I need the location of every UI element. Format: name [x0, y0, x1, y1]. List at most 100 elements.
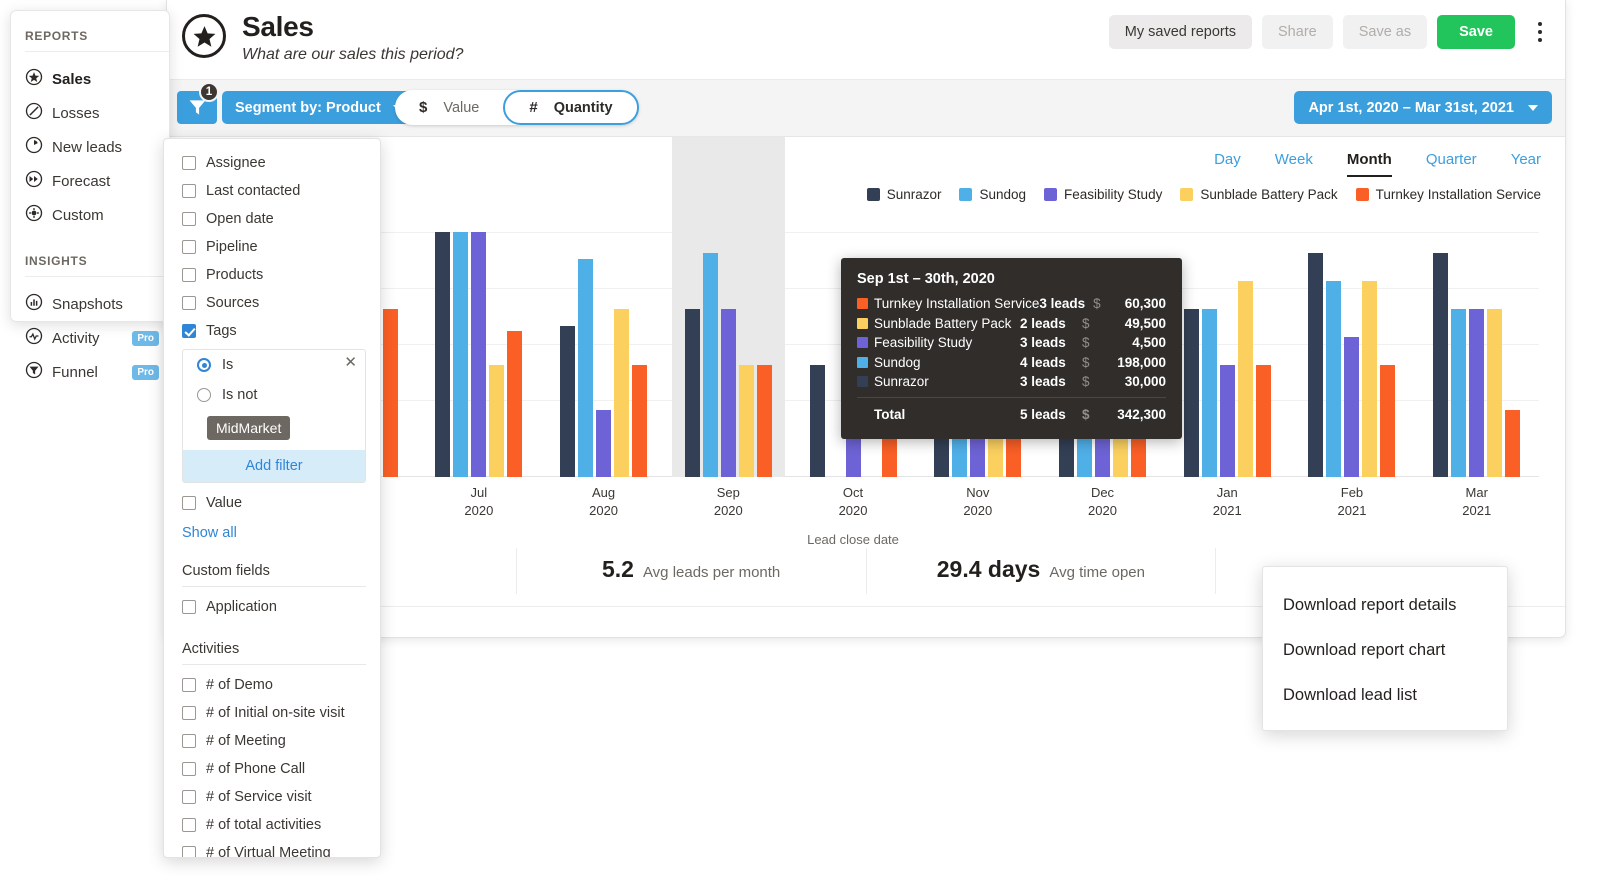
currency-symbol: $ [1082, 315, 1090, 331]
granularity-tab-week[interactable]: Week [1275, 151, 1313, 177]
legend-item[interactable]: Turnkey Installation Service [1355, 187, 1541, 202]
save-button[interactable]: Save [1437, 15, 1515, 49]
add-filter-button[interactable]: Add filter [183, 450, 365, 482]
sidebar-item-sales[interactable]: Sales [11, 62, 169, 96]
chart-bar [702, 253, 718, 477]
activity-of-meeting[interactable]: # of Meeting [164, 727, 380, 755]
my-saved-reports-button[interactable]: My saved reports [1108, 15, 1253, 49]
x-axis-label: Nov 2020 [963, 485, 993, 518]
filter-field-pipeline[interactable]: Pipeline [164, 233, 380, 261]
activity-of-total-activities[interactable]: # of total activities [164, 811, 380, 839]
checkbox-icon[interactable] [182, 324, 196, 338]
legend-item[interactable]: Sunblade Battery Pack [1180, 187, 1338, 202]
tooltip-row: Sunrazor 3 leads $30,000 [857, 374, 1166, 389]
quantity-option[interactable]: # Quantity [503, 90, 639, 125]
quantity-option-label: Quantity [553, 99, 613, 116]
activity-of-initial-on-site-visit[interactable]: # of Initial on-site visit [164, 699, 380, 727]
legend-item[interactable]: Sundog [959, 187, 1026, 202]
chart-bar [756, 365, 772, 477]
chart-column [1414, 232, 1539, 477]
tag-chip[interactable]: MidMarket [207, 416, 291, 440]
tooltip-leads: 2 leads [1020, 315, 1066, 331]
chart-bar [684, 309, 700, 477]
filter-option-label: # of Service visit [206, 789, 312, 805]
sidebar-item-snapshots[interactable]: Snapshots [11, 287, 169, 321]
sidebar-item-label: Activity [52, 329, 100, 347]
filter-option-label: Application [206, 599, 277, 615]
filter-field-assignee[interactable]: Assignee [164, 149, 380, 177]
checkbox-icon[interactable] [182, 184, 196, 198]
pro-badge: Pro [132, 330, 159, 346]
custom-field-application[interactable]: Application [164, 593, 380, 621]
chart-bar [1237, 281, 1253, 477]
chart-bar [1326, 281, 1342, 477]
sidebar-item-new-leads[interactable]: New leads [11, 130, 169, 164]
segment-by-dropdown[interactable]: Segment by: Product [222, 91, 416, 124]
kebab-menu-icon[interactable] [1529, 15, 1551, 49]
granularity-tab-month[interactable]: Month [1346, 151, 1392, 177]
share-button[interactable]: Share [1262, 15, 1333, 49]
legend-swatch-icon [866, 188, 880, 201]
checkbox-icon[interactable] [182, 496, 196, 510]
activity-of-phone-call[interactable]: # of Phone Call [164, 755, 380, 783]
filter-field-tags[interactable]: Tags [164, 317, 380, 345]
checkbox-icon[interactable] [182, 762, 196, 776]
filter-field-open-date[interactable]: Open date [164, 205, 380, 233]
legend-item[interactable]: Sunrazor [866, 187, 941, 202]
tooltip-swatch-icon [857, 376, 868, 387]
sidebar-item-funnel[interactable]: Funnel Pro [11, 355, 169, 389]
show-all-link[interactable]: Show all [164, 517, 380, 541]
filter-field-products[interactable]: Products [164, 261, 380, 289]
checkbox-icon[interactable] [182, 706, 196, 720]
date-range-picker[interactable]: Apr 1st, 2020 – Mar 31st, 2021 [1294, 91, 1552, 124]
filter-count-badge: 1 [199, 82, 219, 102]
no-entry-circle-icon [25, 102, 43, 124]
sidebar-item-forecast[interactable]: Forecast [11, 164, 169, 198]
checkbox-icon[interactable] [182, 818, 196, 832]
tag-filter-option-is[interactable]: Is [183, 350, 365, 380]
value-option[interactable]: $ Value [395, 90, 503, 125]
activity-of-demo[interactable]: # of Demo [164, 671, 380, 699]
granularity-tab-day[interactable]: Day [1214, 151, 1241, 177]
tooltip-swatch-icon [857, 317, 868, 329]
close-icon[interactable]: ✕ [344, 355, 357, 370]
legend-label: Feasibility Study [1064, 187, 1163, 202]
filter-field-last-contacted[interactable]: Last contacted [164, 177, 380, 205]
sidebar-item-losses[interactable]: Losses [11, 96, 169, 130]
filter-option-label: Assignee [206, 155, 266, 171]
checkbox-icon[interactable] [182, 212, 196, 226]
menu-item-download-report-chart[interactable]: Download report chart [1263, 628, 1507, 673]
checkbox-icon[interactable] [182, 734, 196, 748]
filter-field-sources[interactable]: Sources [164, 289, 380, 317]
stat-value: 29.4 days [936, 556, 1041, 582]
checkbox-icon[interactable] [182, 240, 196, 254]
filter-field-value[interactable]: Value [164, 489, 380, 517]
activity-of-service-visit[interactable]: # of Service visit [164, 783, 380, 811]
x-axis-label: Aug 2020 [589, 485, 619, 518]
filter-field-list: Assignee Last contacted Open date Pipeline P… [164, 149, 380, 345]
granularity-tab-year[interactable]: Year [1511, 151, 1541, 177]
filter-option-label: Sources [206, 295, 260, 311]
sidebar-item-custom[interactable]: Custom [11, 198, 169, 232]
checkbox-icon[interactable] [182, 156, 196, 170]
chevron-down-icon [1528, 104, 1538, 111]
tooltip-series-name: Sundog [874, 354, 921, 370]
checkbox-icon[interactable] [182, 296, 196, 310]
checkbox-icon[interactable] [182, 600, 196, 614]
sidebar-item-activity[interactable]: Activity Pro [11, 321, 169, 355]
legend-item[interactable]: Feasibility Study [1044, 187, 1162, 202]
tag-filter-option-is-not[interactable]: Is not [183, 380, 365, 410]
page-title: Sales [242, 11, 314, 42]
legend-swatch-icon [959, 188, 973, 201]
checkbox-icon[interactable] [182, 678, 196, 692]
checkbox-icon[interactable] [182, 790, 196, 804]
activity-of-virtual-meeting[interactable]: # of Virtual Meeting [164, 839, 380, 857]
menu-item-download-report-details[interactable]: Download report details [1263, 583, 1507, 628]
chart-bar [1380, 365, 1396, 477]
save-as-button[interactable]: Save as [1342, 15, 1428, 49]
checkbox-icon[interactable] [182, 268, 196, 282]
menu-item-download-lead-list[interactable]: Download lead list [1263, 673, 1507, 718]
value-option-label: Value [443, 99, 480, 116]
checkbox-icon[interactable] [182, 846, 196, 857]
granularity-tab-quarter[interactable]: Quarter [1426, 151, 1477, 177]
